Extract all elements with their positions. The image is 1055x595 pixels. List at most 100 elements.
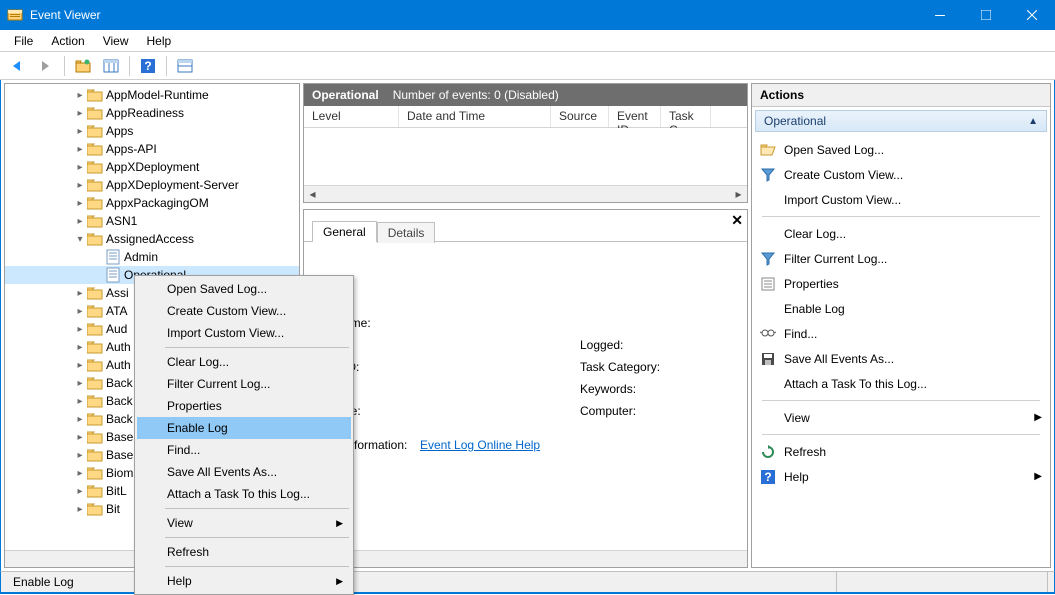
menu-item[interactable]: Open Saved Log... [137, 278, 351, 300]
back-button[interactable] [6, 55, 30, 77]
expand-icon[interactable]: ▸ [73, 504, 87, 515]
action-item[interactable]: Attach a Task To this Log... [756, 371, 1046, 396]
menu-item[interactable]: Filter Current Log... [137, 373, 351, 395]
minimize-button[interactable] [917, 0, 963, 30]
menu-help[interactable]: Help [139, 32, 180, 50]
menu-item[interactable]: View [137, 512, 351, 534]
menu-item[interactable]: Create Custom View... [137, 300, 351, 322]
action-item[interactable]: Filter Current Log... [756, 246, 1046, 271]
context-menu[interactable]: Open Saved Log...Create Custom View...Im… [134, 275, 354, 595]
online-help-link[interactable]: Event Log Online Help [420, 438, 540, 452]
action-item[interactable]: Refresh [756, 439, 1046, 464]
expand-icon[interactable]: ▸ [73, 126, 87, 137]
find-icon [760, 326, 776, 342]
close-detail-button[interactable]: ✕ [731, 212, 743, 229]
tree-item[interactable]: ▾AssignedAccess [5, 230, 299, 248]
tree-item[interactable]: ▸AppxPackagingOM [5, 194, 299, 212]
expand-icon[interactable]: ▸ [73, 306, 87, 317]
column-header[interactable]: Source [551, 106, 609, 127]
expand-icon[interactable]: ▸ [73, 90, 87, 101]
tree-item[interactable]: ▸AppXDeployment [5, 158, 299, 176]
column-header[interactable]: Event ID [609, 106, 661, 127]
menu-item[interactable]: Enable Log [137, 417, 351, 439]
action-item[interactable]: ?Help▶ [756, 464, 1046, 489]
folder-icon [87, 285, 103, 301]
detail-hscrollbar[interactable] [304, 550, 747, 567]
expand-icon[interactable]: ▸ [73, 468, 87, 479]
columns-button[interactable] [99, 55, 123, 77]
expand-icon[interactable]: ▸ [73, 144, 87, 155]
tab-general[interactable]: General [312, 221, 377, 242]
event-grid-header[interactable]: LevelDate and TimeSourceEvent IDTask C..… [304, 106, 747, 128]
tree-item[interactable]: ▸AppModel-Runtime [5, 86, 299, 104]
action-item[interactable]: Save All Events As... [756, 346, 1046, 371]
column-header[interactable]: Level [304, 106, 399, 127]
tree-item[interactable]: ▸AppReadiness [5, 104, 299, 122]
expand-icon[interactable]: ▸ [73, 162, 87, 173]
menu-action[interactable]: Action [43, 32, 92, 50]
folder-icon [87, 123, 103, 139]
expand-icon[interactable]: ▾ [73, 234, 87, 245]
help-button[interactable]: ? [136, 55, 160, 77]
tree-item[interactable]: ▸AppXDeployment-Server [5, 176, 299, 194]
expand-icon[interactable]: ▸ [73, 216, 87, 227]
expand-icon[interactable]: ▸ [73, 396, 87, 407]
collapse-icon: ▲ [1028, 116, 1038, 127]
scroll-right-icon[interactable]: ▸ [730, 186, 747, 202]
action-item[interactable]: View▶ [756, 405, 1046, 430]
menu-item[interactable]: Help [137, 570, 351, 592]
folder-icon [87, 213, 103, 229]
menu-view[interactable]: View [95, 32, 137, 50]
tab-details[interactable]: Details [377, 222, 436, 243]
folder-icon [87, 303, 103, 319]
svg-text:?: ? [764, 470, 771, 484]
grid-hscrollbar[interactable]: ◂ ▸ [304, 185, 747, 202]
event-grid-body[interactable] [304, 128, 747, 185]
action-item[interactable]: Enable Log [756, 296, 1046, 321]
tree-item[interactable]: ▸ASN1 [5, 212, 299, 230]
tree-item[interactable]: ▸Apps-API [5, 140, 299, 158]
tree-item[interactable]: Admin [5, 248, 299, 266]
blank-icon [760, 301, 776, 317]
titlebar[interactable]: Event Viewer [0, 0, 1055, 30]
menu-item[interactable]: Refresh [137, 541, 351, 563]
action-item[interactable]: Create Custom View... [756, 162, 1046, 187]
expand-icon[interactable]: ▸ [73, 198, 87, 209]
expand-icon[interactable]: ▸ [73, 342, 87, 353]
action-item[interactable]: Clear Log... [756, 221, 1046, 246]
expand-icon[interactable]: ▸ [73, 108, 87, 119]
expand-icon[interactable]: ▸ [73, 486, 87, 497]
expand-icon[interactable]: ▸ [73, 378, 87, 389]
expand-icon[interactable]: ▸ [73, 414, 87, 425]
menu-item[interactable]: Clear Log... [137, 351, 351, 373]
menu-item[interactable]: Properties [137, 395, 351, 417]
scroll-left-icon[interactable]: ◂ [304, 186, 321, 202]
maximize-button[interactable] [963, 0, 1009, 30]
menu-file[interactable]: File [6, 32, 41, 50]
expand-icon[interactable]: ▸ [73, 288, 87, 299]
expand-icon[interactable]: ▸ [73, 432, 87, 443]
expand-icon[interactable]: ▸ [73, 180, 87, 191]
tree-item[interactable]: ▸Apps [5, 122, 299, 140]
forward-button[interactable] [34, 55, 58, 77]
action-item[interactable]: Import Custom View... [756, 187, 1046, 212]
action-item[interactable]: Open Saved Log... [756, 137, 1046, 162]
expand-icon[interactable]: ▸ [73, 450, 87, 461]
actions-subheader[interactable]: Operational ▲ [755, 110, 1047, 132]
menu-item[interactable]: Find... [137, 439, 351, 461]
show-tree-button[interactable] [71, 55, 95, 77]
action-item[interactable]: Properties [756, 271, 1046, 296]
field-label: Logged: [580, 338, 623, 352]
more-info-short: Information: [344, 438, 420, 452]
menu-item[interactable]: Import Custom View... [137, 322, 351, 344]
close-button[interactable] [1009, 0, 1055, 30]
log-icon [105, 249, 121, 265]
column-header[interactable]: Task C... [661, 106, 711, 127]
expand-icon[interactable]: ▸ [73, 360, 87, 371]
column-header[interactable]: Date and Time [399, 106, 551, 127]
menu-item[interactable]: Attach a Task To this Log... [137, 483, 351, 505]
expand-icon[interactable]: ▸ [73, 324, 87, 335]
menu-item[interactable]: Save All Events As... [137, 461, 351, 483]
preview-pane-button[interactable] [173, 55, 197, 77]
action-item[interactable]: Find... [756, 321, 1046, 346]
